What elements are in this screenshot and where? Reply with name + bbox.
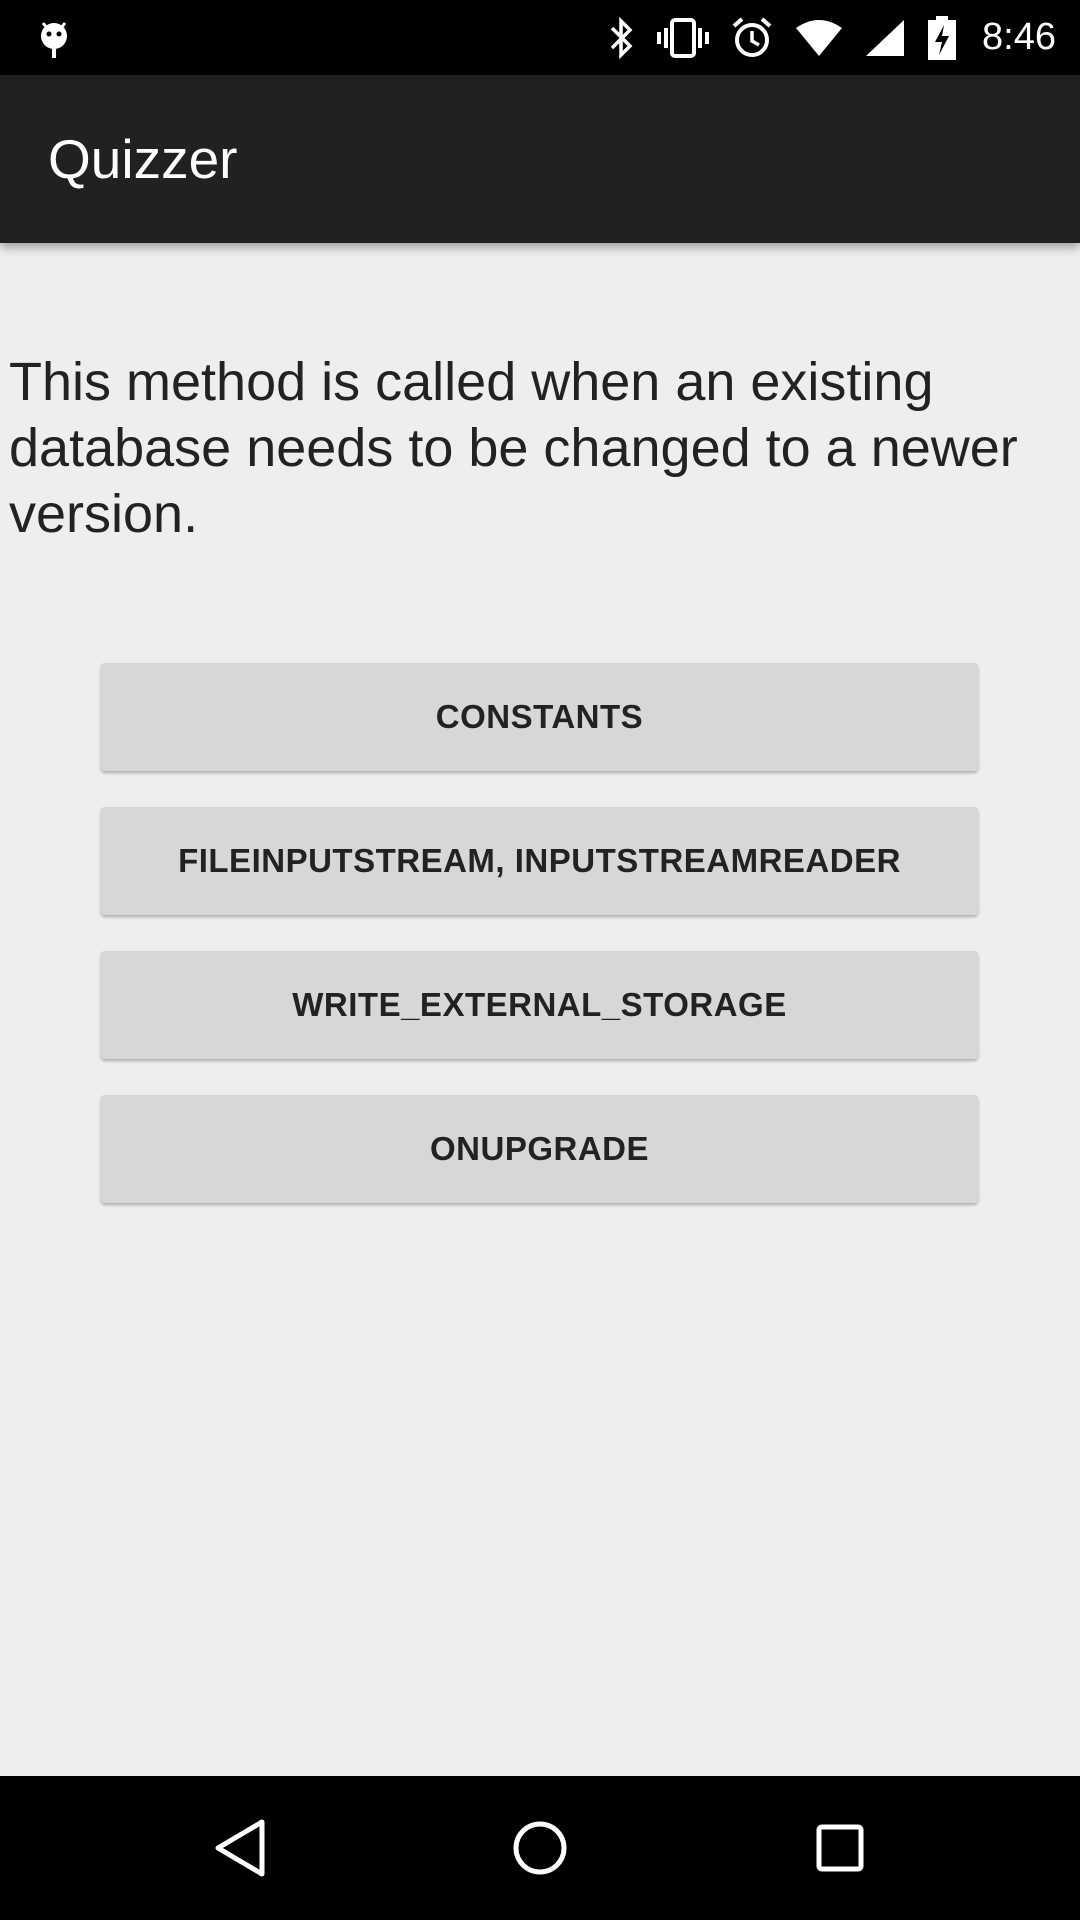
app-bar: Quizzer	[0, 75, 1080, 243]
app-title: Quizzer	[48, 128, 238, 190]
back-icon[interactable]	[204, 1812, 276, 1884]
answer-list: CONSTANTS FILEINPUTSTREAM, INPUTSTREAMRE…	[101, 663, 978, 1239]
status-bar: 8:46	[0, 0, 1080, 75]
home-icon[interactable]	[504, 1812, 576, 1884]
status-clock: 8:46	[982, 16, 1056, 58]
cell-signal-icon	[864, 18, 906, 58]
vibrate-icon	[656, 16, 710, 60]
system-icons: 8:46	[606, 0, 1056, 75]
recents-icon[interactable]	[804, 1812, 876, 1884]
bluetooth-icon	[606, 16, 636, 60]
answer-button-onupgrade[interactable]: ONUPGRADE	[101, 1095, 978, 1203]
navigation-bar	[0, 1776, 1080, 1920]
wifi-icon	[794, 18, 844, 58]
battery-charging-icon	[926, 15, 958, 61]
answer-button-write-external-storage[interactable]: WRITE_EXTERNAL_STORAGE	[101, 951, 978, 1059]
answer-button-constants[interactable]: CONSTANTS	[101, 663, 978, 771]
screen: 8:46 Quizzer This method is called when …	[0, 0, 1080, 1920]
android-debug-icon	[34, 14, 74, 62]
question-text: This method is called when an existing d…	[9, 352, 1018, 544]
answer-button-fileinputstream[interactable]: FILEINPUTSTREAM, INPUTSTREAMREADER	[101, 807, 978, 915]
alarm-icon	[730, 16, 774, 60]
